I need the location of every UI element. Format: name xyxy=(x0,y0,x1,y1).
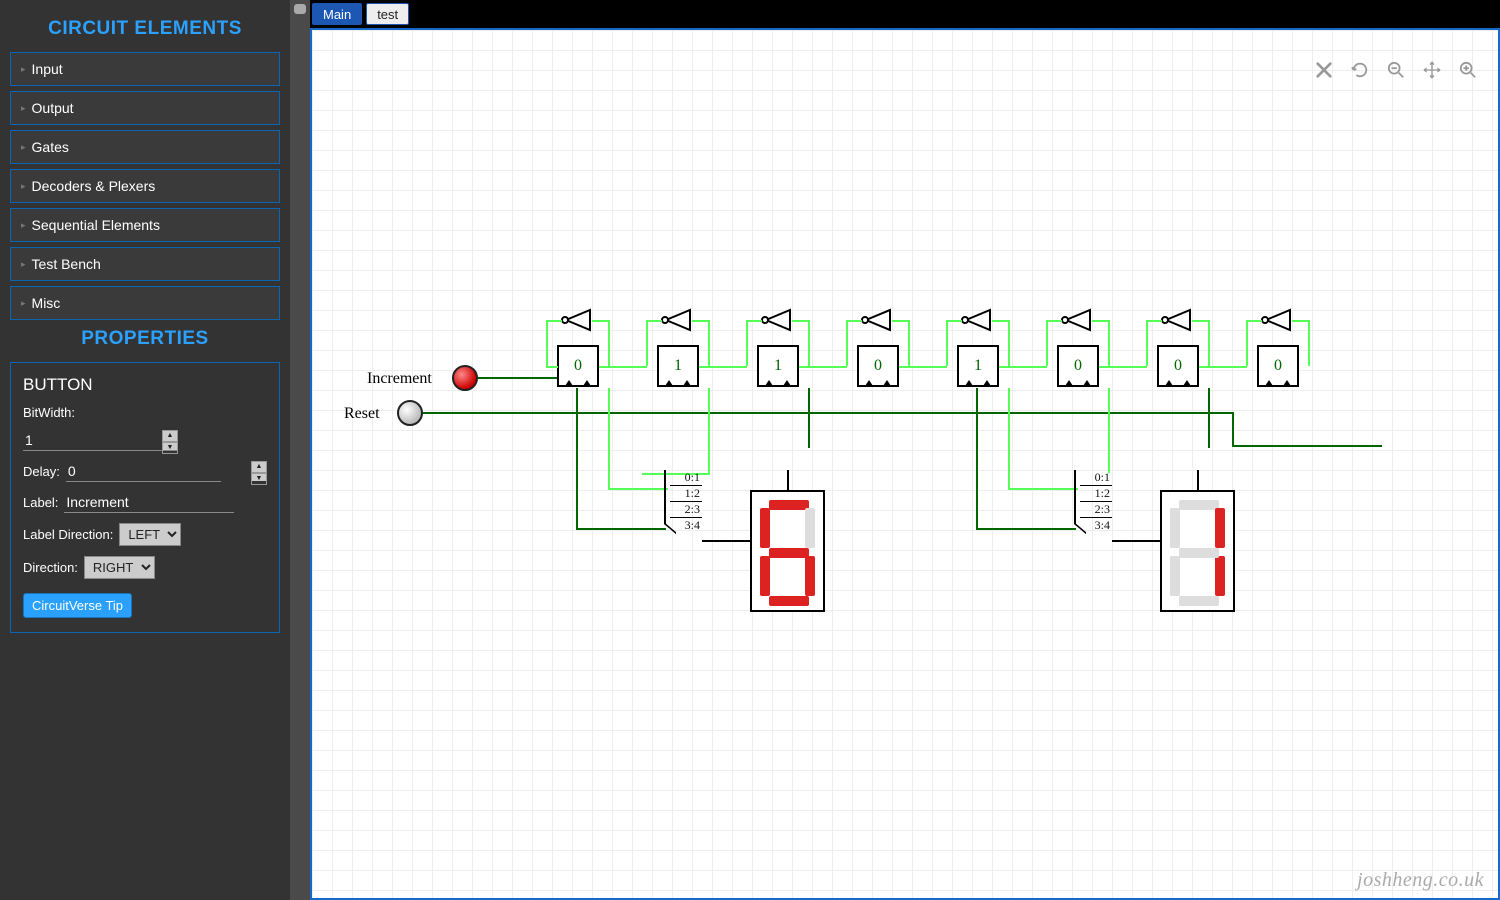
tab-test[interactable]: test xyxy=(366,3,409,25)
flipflop-box[interactable]: 1 xyxy=(757,345,799,387)
flipflop-value: 0 xyxy=(874,357,882,375)
labeldir-select[interactable]: LEFT xyxy=(119,523,181,546)
label-input[interactable] xyxy=(64,492,234,513)
inverter-icon xyxy=(962,310,992,337)
delay-spinner[interactable]: ▲▼ xyxy=(251,461,267,481)
inverter-icon xyxy=(862,310,892,337)
watermark: joshheng.co.uk xyxy=(1357,869,1484,892)
category-input[interactable]: ▸Input xyxy=(10,52,280,86)
inverter-icon xyxy=(762,310,792,337)
flipflop-box[interactable]: 1 xyxy=(657,345,699,387)
increment-label: Increment xyxy=(367,370,432,388)
category-label: Misc xyxy=(32,295,61,311)
labeldir-label: Label Direction: xyxy=(23,527,113,542)
inverter-icon xyxy=(662,310,692,337)
properties-panel-title: PROPERTIES xyxy=(10,328,280,350)
circuit-drawing: Increment Reset 0 xyxy=(312,30,1498,898)
flipflop-value: 1 xyxy=(974,357,982,375)
category-gates[interactable]: ▸Gates xyxy=(10,130,280,164)
reset-label: Reset xyxy=(344,405,380,423)
direction-label: Direction: xyxy=(23,560,78,575)
category-label: Input xyxy=(32,61,63,77)
tab-main[interactable]: Main xyxy=(312,3,362,25)
flipflop-box[interactable]: 0 xyxy=(1157,345,1199,387)
inverter-icon xyxy=(562,310,592,337)
flipflop-value: 1 xyxy=(674,357,682,375)
selected-component-name: BUTTON xyxy=(23,375,267,395)
delay-label: Delay: xyxy=(23,464,60,479)
seven-segment-left xyxy=(750,490,825,612)
category-label: Output xyxy=(32,100,74,116)
category-label: Test Bench xyxy=(32,256,101,272)
flipflop-value: 0 xyxy=(1074,357,1082,375)
reset-button[interactable] xyxy=(397,400,423,426)
tip-button[interactable]: CircuitVerse Tip xyxy=(23,593,132,618)
category-label: Decoders & Plexers xyxy=(32,178,156,194)
splitter-row: 2:3 xyxy=(1080,502,1112,518)
flipflop-box[interactable]: 1 xyxy=(957,345,999,387)
elements-panel-title: CIRCUIT ELEMENTS xyxy=(10,18,280,40)
category-label: Gates xyxy=(32,139,69,155)
flipflop-box[interactable]: 0 xyxy=(557,345,599,387)
splitter-left: 0:1 1:2 2:3 3:4 xyxy=(670,470,702,534)
category-label: Sequential Elements xyxy=(32,217,160,233)
label-label: Label: xyxy=(23,495,58,510)
flipflop-value: 0 xyxy=(574,357,582,375)
splitter-row: 0:1 xyxy=(670,470,702,486)
direction-select[interactable]: RIGHT xyxy=(84,556,155,579)
panel-drag-handle[interactable] xyxy=(290,0,310,900)
splitter-row: 2:3 xyxy=(670,502,702,518)
bitwidth-input[interactable] xyxy=(23,430,178,451)
tab-label: test xyxy=(377,7,398,22)
seven-segment-right xyxy=(1160,490,1235,612)
flipflop-value: 1 xyxy=(774,357,782,375)
tab-bar: Main test xyxy=(310,0,1500,28)
bitwidth-label: BitWidth: xyxy=(23,405,75,420)
flipflop-value: 0 xyxy=(1274,357,1282,375)
tab-label: Main xyxy=(323,7,351,22)
category-decoders-plexers[interactable]: ▸Decoders & Plexers xyxy=(10,169,280,203)
category-test-bench[interactable]: ▸Test Bench xyxy=(10,247,280,281)
splitter-row: 1:2 xyxy=(670,486,702,502)
properties-panel: BUTTON BitWidth: ▲▼ Delay: ▲▼ Label: Lab… xyxy=(10,362,280,633)
category-output[interactable]: ▸Output xyxy=(10,91,280,125)
main-area: Main test Increment xyxy=(310,0,1500,900)
circuit-canvas[interactable]: Increment Reset 0 xyxy=(310,28,1500,900)
splitter-row: 3:4 xyxy=(670,518,702,534)
flipflop-box[interactable]: 0 xyxy=(1257,345,1299,387)
inverter-icon xyxy=(1062,310,1092,337)
splitter-row: 3:4 xyxy=(1080,518,1112,534)
sidebar: CIRCUIT ELEMENTS ▸Input ▸Output ▸Gates ▸… xyxy=(0,0,290,900)
flipflop-box[interactable]: 0 xyxy=(1057,345,1099,387)
increment-button[interactable] xyxy=(452,365,478,391)
bitwidth-spinner[interactable]: ▲▼ xyxy=(162,430,178,450)
flipflop-box[interactable]: 0 xyxy=(857,345,899,387)
flipflop-value: 0 xyxy=(1174,357,1182,375)
splitter-row: 1:2 xyxy=(1080,486,1112,502)
category-sequential[interactable]: ▸Sequential Elements xyxy=(10,208,280,242)
splitter-row: 0:1 xyxy=(1080,470,1112,486)
inverter-icon xyxy=(1162,310,1192,337)
category-misc[interactable]: ▸Misc xyxy=(10,286,280,320)
splitter-right: 0:1 1:2 2:3 3:4 xyxy=(1080,470,1112,534)
inverter-icon xyxy=(1262,310,1292,337)
delay-input[interactable] xyxy=(66,461,221,482)
